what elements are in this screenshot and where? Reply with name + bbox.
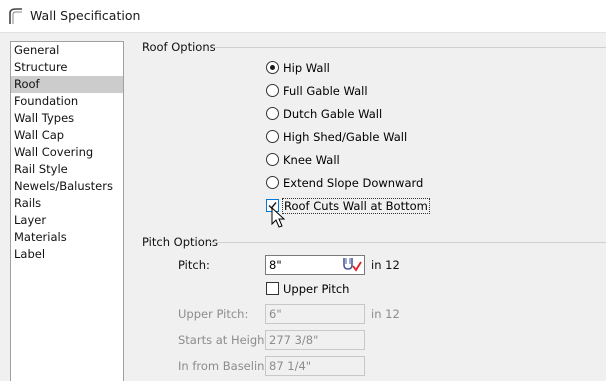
radio-icon	[266, 107, 279, 120]
pitch-unit: in 12	[371, 258, 400, 272]
pitch-label: Pitch:	[178, 258, 210, 272]
upper-pitch-unit: in 12	[371, 307, 400, 321]
extend-slope-downward-label: Extend Slope Downward	[283, 176, 424, 190]
nav-item-materials[interactable]: Materials	[11, 229, 123, 246]
starts-at-height-label: Starts at Height:	[178, 333, 273, 347]
calculator-icon[interactable]	[340, 256, 362, 274]
radio-icon	[266, 130, 279, 143]
nav-item-newels-balusters[interactable]: Newels/Balusters	[11, 178, 123, 195]
nav-item-label[interactable]: Label	[11, 246, 123, 263]
in-from-baseline-label: In from Baseline:	[178, 359, 276, 373]
upper-pitch-check-label: Upper Pitch	[283, 282, 350, 296]
nav-item-wall-types[interactable]: Wall Types	[11, 110, 123, 127]
roof-cuts-wall-at-bottom-label: Roof Cuts Wall at Bottom	[282, 198, 430, 214]
nav-item-rails[interactable]: Rails	[11, 195, 123, 212]
high-shed-gable-wall-label: High Shed/Gable Wall	[283, 130, 408, 144]
nav-item-wall-covering[interactable]: Wall Covering	[11, 144, 123, 161]
roof-options-heading: Roof Options	[142, 40, 216, 54]
wall-app-icon	[9, 8, 22, 24]
dutch-gable-wall-label: Dutch Gable Wall	[283, 107, 383, 121]
roof-options-divider	[213, 47, 606, 48]
in-from-baseline-input[interactable]: 87 1/4"	[265, 356, 365, 376]
nav-item-layer[interactable]: Layer	[11, 212, 123, 229]
nav-item-rail-style[interactable]: Rail Style	[11, 161, 123, 178]
upper-pitch-label: Upper Pitch:	[178, 307, 249, 321]
radio-icon	[266, 153, 279, 166]
nav-item-roof[interactable]: Roof	[11, 76, 123, 93]
hip-wall-label: Hip Wall	[283, 61, 330, 75]
checkbox-icon	[266, 282, 279, 295]
pitch-options-divider	[210, 242, 606, 243]
nav-item-foundation[interactable]: Foundation	[11, 93, 123, 110]
starts-at-height-input[interactable]: 277 3/8"	[265, 330, 365, 350]
knee-wall-label: Knee Wall	[283, 153, 340, 167]
mouse-cursor-icon	[271, 207, 286, 228]
radio-selected-icon	[266, 61, 279, 74]
full-gable-wall-label: Full Gable Wall	[283, 84, 368, 98]
pitch-options-heading: Pitch Options	[142, 235, 219, 249]
window-title: Wall Specification	[30, 8, 141, 23]
nav-item-wall-cap[interactable]: Wall Cap	[11, 127, 123, 144]
radio-icon	[266, 176, 279, 189]
nav-item-structure[interactable]: Structure	[11, 59, 123, 76]
nav-item-general[interactable]: General	[11, 42, 123, 59]
radio-icon	[266, 84, 279, 97]
category-list[interactable]: General Structure Roof Foundation Wall T…	[10, 41, 124, 381]
title-bar: Wall Specification	[0, 0, 606, 33]
upper-pitch-input[interactable]: 6"	[265, 304, 365, 324]
